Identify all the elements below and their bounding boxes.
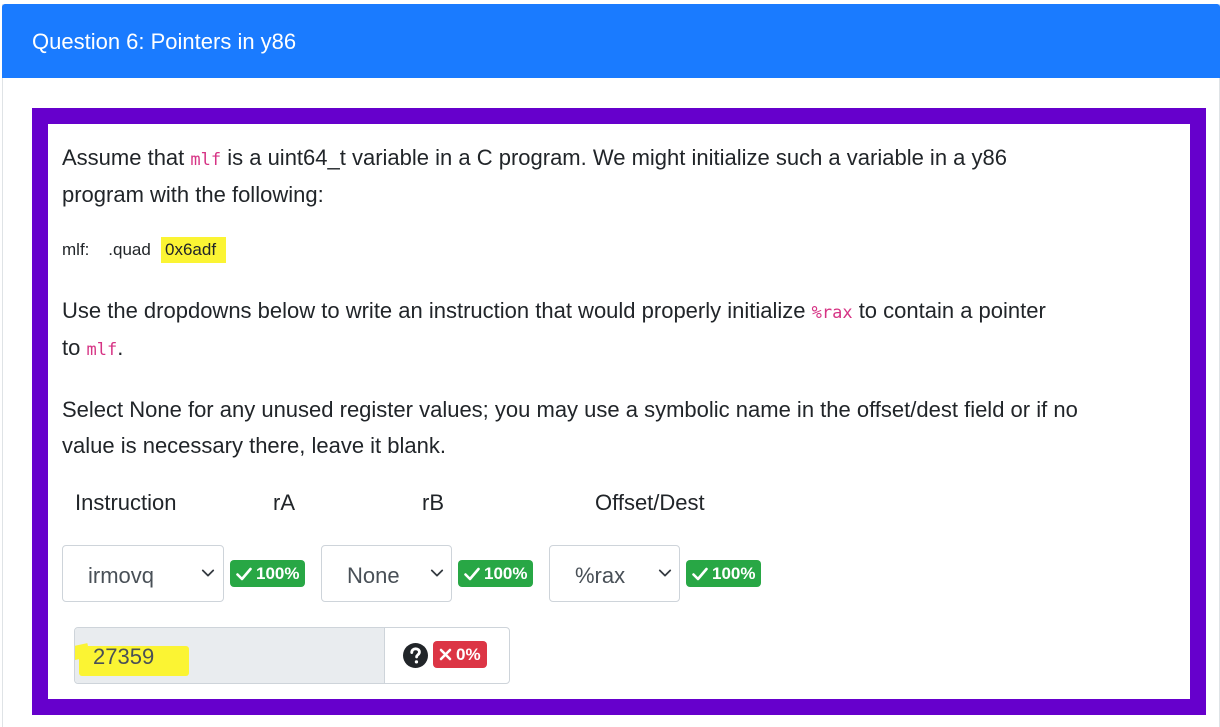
code-block: mlf: .quad 0x6adf [62,236,227,264]
instruction-select-value: irmovq [88,563,155,588]
intro-line-1: Assume that mlf is a uint64_t variable i… [62,140,1007,178]
instructions-line-1: Use the dropdowns below to write an inst… [62,293,1046,331]
column-label-offset: Offset/Dest [595,490,705,515]
rb-score: 100% [712,564,756,583]
ra-select-value: None [347,563,400,588]
code-directive: .quad [108,240,151,259]
instructions-text: Use the dropdowns below to write an inst… [62,298,812,323]
instruction-select[interactable]: irmovq [62,545,224,602]
check-icon [236,567,252,580]
note-line-2: value is necessary there, leave it blank… [62,433,446,458]
column-label-ra: rA [273,490,295,515]
question-circle-icon[interactable] [403,643,428,668]
chevron-down-icon [658,569,672,577]
offset-score-badge: 0% [433,641,487,668]
instructions-text: to contain a pointer [852,298,1046,323]
code-label: mlf: [62,240,90,259]
instructions-line-2: to mlf. [62,330,123,368]
chevron-down-icon [430,569,444,577]
intro-text: is a uint64_t variable in a C program. W… [221,145,1007,170]
ra-score: 100% [484,564,528,583]
offset-score: 0% [456,645,481,664]
inline-code-mlf: mlf [86,340,118,360]
question-title: Question 6: Pointers in y86 [32,29,297,54]
column-label-rb: rB [422,490,444,515]
check-icon [464,567,480,580]
instruction-score-badge: 100% [230,560,306,587]
inline-code-mlf: mlf [190,150,222,170]
x-icon [439,648,452,661]
card-header: Question 6: Pointers in y86 [2,4,1220,78]
rb-select-value: %rax [575,563,626,588]
intro-line-2: program with the following: [62,182,324,207]
ra-score-badge: 100% [458,560,534,587]
instruction-score: 100% [256,564,300,583]
rb-score-badge: 100% [686,560,762,587]
offset-input[interactable]: 27359 [75,628,385,683]
inline-code-rax: %rax [811,303,853,323]
check-icon [692,567,708,580]
intro-text: Assume that [62,145,191,170]
instructions-text: . [117,335,124,360]
column-label-instruction: Instruction [75,490,177,515]
instructions-text: to [62,335,87,360]
code-value-highlighted: 0x6adf [161,237,227,263]
ra-select[interactable]: None [321,545,452,602]
chevron-down-icon [201,569,215,577]
rb-select[interactable]: %rax [549,545,680,602]
note-line-1: Select None for any unused register valu… [62,397,1078,422]
offset-input-value: 27359 [93,644,155,669]
